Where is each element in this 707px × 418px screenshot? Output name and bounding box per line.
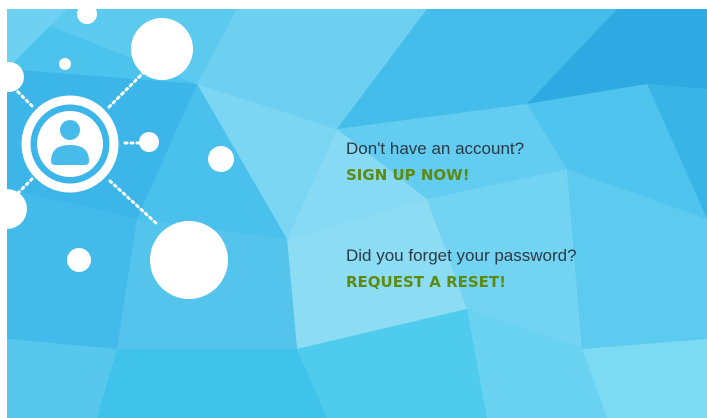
network-node xyxy=(59,58,71,70)
signup-block: Don't have an account? SIGN UP NOW! xyxy=(346,139,524,185)
signup-prompt: Don't have an account? xyxy=(346,139,525,158)
network-node xyxy=(139,132,159,152)
network-node xyxy=(67,248,91,272)
reset-block: Did you forget your password? REQUEST A … xyxy=(346,246,577,292)
network-node xyxy=(131,18,193,80)
reset-prompt: Did you forget your password? xyxy=(346,246,577,265)
user-avatar-icon xyxy=(21,95,119,193)
network-node xyxy=(7,62,24,92)
login-help-banner: Don't have an account? SIGN UP NOW! Did … xyxy=(7,9,707,418)
network-node xyxy=(208,146,234,172)
signup-link[interactable]: SIGN UP NOW! xyxy=(346,165,470,185)
reset-password-link[interactable]: REQUEST A RESET! xyxy=(346,272,506,292)
network-node xyxy=(150,221,228,299)
network-graphic xyxy=(7,9,234,299)
network-node xyxy=(7,189,27,229)
network-node xyxy=(77,9,97,24)
